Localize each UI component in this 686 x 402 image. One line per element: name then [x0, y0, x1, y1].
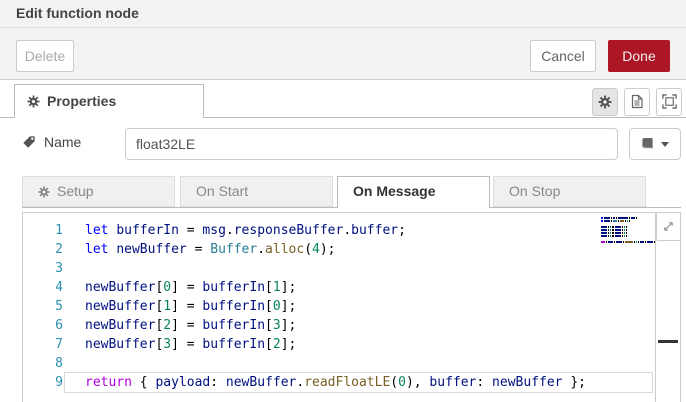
- expand-frame-button[interactable]: [656, 88, 682, 116]
- code-line-9[interactable]: 9 return { payload: newBuffer.readFloatLE…: [23, 372, 680, 393]
- tab-setup[interactable]: Setup: [22, 176, 175, 207]
- code-line-6[interactable]: 6 newBuffer[2] = bufferIn[3];: [23, 316, 680, 335]
- edit-function-dialog: Edit function node Delete Cancel Done Pr…: [0, 0, 686, 402]
- code-text: let newBuffer = Buffer.alloc(4);: [85, 242, 336, 257]
- gear-icon: [595, 92, 615, 111]
- cancel-button[interactable]: Cancel: [530, 40, 596, 72]
- code-editor[interactable]: 1 let bufferIn = msg.responseBuffer.buffe…: [22, 212, 681, 402]
- line-number[interactable]: 3: [23, 259, 63, 278]
- tab-on-message[interactable]: On Message: [337, 176, 490, 208]
- code-text: newBuffer[3] = bufferIn[2];: [85, 337, 297, 352]
- code-line-1[interactable]: 1 let bufferIn = msg.responseBuffer.buffe…: [23, 221, 680, 240]
- name-label: Name: [22, 134, 81, 150]
- code-line-7[interactable]: 7 newBuffer[3] = bufferIn[2];: [23, 335, 680, 354]
- properties-tab-label: Properties: [47, 93, 117, 109]
- expand-diagonal-icon: [664, 222, 673, 231]
- name-label-text: Name: [44, 134, 82, 150]
- minimap[interactable]: [599, 215, 655, 248]
- action-bar: Delete Cancel Done: [0, 28, 686, 80]
- chevron-down-icon: [661, 141, 669, 147]
- name-row: Name: [0, 126, 686, 166]
- overview-ruler-marker: [658, 340, 678, 343]
- code-lines[interactable]: 1 let bufferIn = msg.responseBuffer.buffe…: [23, 221, 680, 393]
- code-text: let bufferIn = msg.responseBuffer.buffer…: [85, 223, 406, 238]
- code-line-5[interactable]: 5 newBuffer[1] = bufferIn[0];: [23, 297, 680, 316]
- code-line-4[interactable]: 4 newBuffer[0] = bufferIn[1];: [23, 278, 680, 297]
- function-tabs: Setup On Start On Message On Stop: [0, 176, 686, 210]
- tab-label: On Stop: [509, 183, 561, 199]
- gear-icon: [24, 92, 43, 111]
- code-line-3[interactable]: 3: [23, 259, 680, 278]
- line-number[interactable]: 1: [23, 221, 63, 240]
- line-number[interactable]: 9: [23, 373, 63, 392]
- code-line-2[interactable]: 2 let newBuffer = Buffer.alloc(4);: [23, 240, 680, 259]
- line-number[interactable]: 5: [23, 297, 63, 316]
- tag-icon: [23, 136, 35, 148]
- book-icon: [642, 137, 653, 149]
- code-text: newBuffer[0] = bufferIn[1];: [85, 280, 297, 295]
- code-text: newBuffer[1] = bufferIn[0];: [85, 299, 297, 314]
- gear-icon: [36, 184, 52, 200]
- code-line-8[interactable]: 8: [23, 354, 680, 373]
- editor-expand-button[interactable]: [656, 213, 680, 241]
- tab-properties[interactable]: Properties: [14, 84, 204, 118]
- expand-frame-icon: [661, 94, 677, 109]
- code-text: return { payload: newBuffer.readFloatLE(…: [85, 375, 586, 390]
- done-button[interactable]: Done: [608, 40, 670, 72]
- line-number[interactable]: 8: [23, 354, 63, 373]
- description-button[interactable]: [624, 88, 650, 116]
- delete-button[interactable]: Delete: [16, 40, 74, 72]
- name-input[interactable]: [125, 128, 618, 160]
- tab-label: On Message: [353, 183, 436, 199]
- file-icon: [631, 95, 643, 109]
- library-button[interactable]: [629, 128, 681, 160]
- line-number[interactable]: 4: [23, 278, 63, 297]
- dialog-title: Edit function node: [0, 0, 686, 28]
- code-text: newBuffer[2] = bufferIn[3];: [85, 318, 297, 333]
- tab-on-start[interactable]: On Start: [180, 176, 333, 207]
- tab-label: Setup: [57, 183, 94, 199]
- line-number[interactable]: 2: [23, 240, 63, 259]
- tab-label: On Start: [196, 183, 249, 199]
- editor-scrollbar[interactable]: [655, 213, 680, 402]
- line-number[interactable]: 7: [23, 335, 63, 354]
- line-number[interactable]: 6: [23, 316, 63, 335]
- tab-on-stop[interactable]: On Stop: [493, 176, 646, 207]
- edit-properties-button[interactable]: [592, 88, 618, 116]
